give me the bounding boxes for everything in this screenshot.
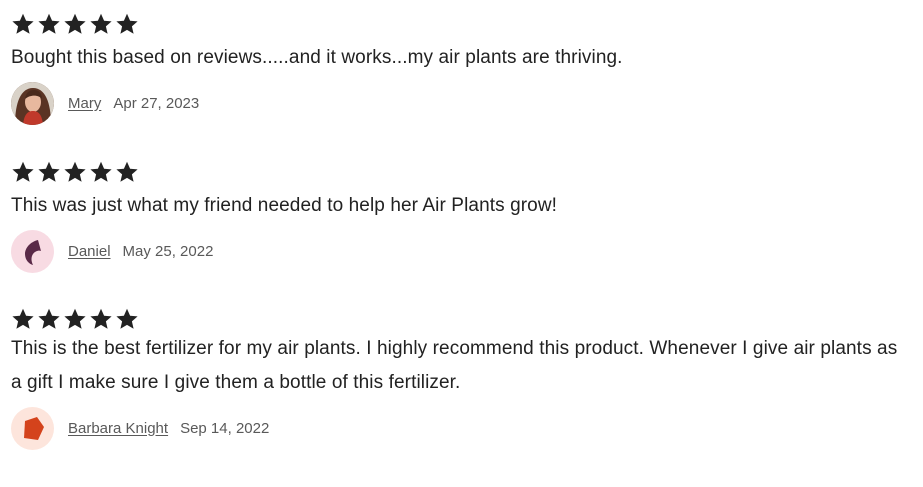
star-icon [11,307,35,331]
review-date: Sep 14, 2022 [180,419,270,437]
avatar[interactable] [11,406,54,450]
star-icon [89,12,113,36]
review-item: Bought this based on reviews.....and it … [11,12,901,125]
star-icon [37,12,61,36]
star-icon [115,12,139,36]
reviewer-info: Mary Apr 27, 2023 [11,81,901,125]
star-icon [11,12,35,36]
star-icon [115,160,139,184]
reviews-list: Bought this based on reviews.....and it … [0,0,923,487]
star-icon [37,307,61,331]
review-item: This is the best fertilizer for my air p… [11,307,901,450]
review-text: This was just what my friend needed to h… [11,195,558,216]
star-icon [89,307,113,331]
star-icon [63,307,87,331]
star-icon [89,160,113,184]
reviewer-info: Barbara Knight Sep 14, 2022 [11,406,901,450]
review-date: Apr 27, 2023 [113,94,200,112]
avatar[interactable] [11,81,54,125]
review-text: This is the best fertilizer for my air p… [11,338,898,393]
star-icon [63,160,87,184]
star-icon [37,160,61,184]
star-icon [115,307,139,331]
star-rating [11,160,901,184]
reviewer-name-link[interactable]: Daniel [68,243,111,260]
star-rating [11,307,901,331]
reviewer-name-link[interactable]: Mary [68,95,101,112]
reviewer-info: Daniel May 25, 2022 [11,229,901,273]
star-rating [11,12,901,36]
review-text: Bought this based on reviews.....and it … [11,47,623,68]
star-icon [11,160,35,184]
star-icon [63,12,87,36]
review-date: May 25, 2022 [122,242,214,260]
review-item: This was just what my friend needed to h… [11,160,901,273]
avatar[interactable] [11,229,54,273]
reviewer-name-link[interactable]: Barbara Knight [68,420,168,437]
